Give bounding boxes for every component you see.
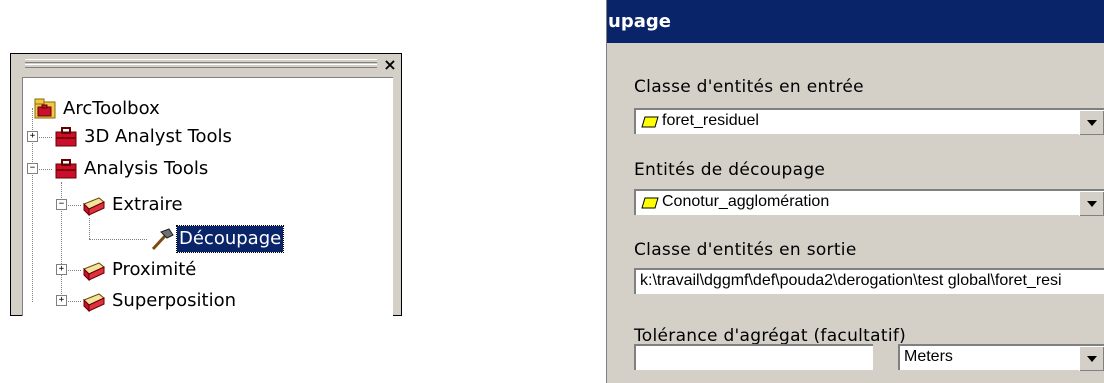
- polygon-layer-icon: [641, 116, 659, 128]
- tolerance-input[interactable]: [634, 344, 873, 370]
- clip-dialog: upage Classe d'entités en entrée foret_r…: [606, 0, 1104, 383]
- tree-item-extraire[interactable]: Extraire: [112, 192, 183, 218]
- output-features-label: Classe d'entités en sortie: [634, 240, 857, 260]
- clip-features-combobox[interactable]: Conotur_agglomération: [634, 189, 1104, 216]
- clip-features-label: Entités de découpage: [634, 160, 826, 180]
- tree-item-decoupage[interactable]: Découpage: [175, 225, 285, 253]
- tree-root-label[interactable]: ArcToolbox: [63, 96, 160, 122]
- collapse-icon[interactable]: −: [56, 199, 67, 210]
- toolset-icon: [81, 192, 107, 218]
- polygon-layer-icon: [641, 197, 659, 209]
- chevron-down-icon: [1087, 120, 1097, 126]
- dropdown-button[interactable]: [1079, 191, 1104, 216]
- chevron-down-icon: [1087, 201, 1097, 207]
- clip-features-value: Conotur_agglomération: [662, 193, 830, 210]
- expand-icon[interactable]: +: [56, 264, 67, 275]
- hammer-icon: [149, 226, 175, 252]
- expand-icon[interactable]: +: [27, 131, 38, 142]
- toolbox-icon: [53, 156, 79, 182]
- drag-grip[interactable]: [25, 64, 377, 68]
- output-features-value: k:\travail\dggmf\def\pouda2\derogation\t…: [640, 272, 1062, 289]
- tree-item-3d-analyst-tools[interactable]: 3D Analyst Tools: [84, 124, 232, 150]
- tolerance-label: Tolérance d'agrégat (facultatif): [634, 326, 907, 346]
- units-combobox[interactable]: Meters: [898, 344, 1104, 371]
- input-features-value: foret_residuel: [662, 112, 759, 129]
- input-features-label: Classe d'entités en entrée: [634, 77, 864, 97]
- toolset-icon: [81, 288, 107, 314]
- output-features-input[interactable]: k:\travail\dggmf\def\pouda2\derogation\t…: [634, 268, 1104, 294]
- arctoolbox-icon: [33, 96, 59, 122]
- tree-item-proximite[interactable]: Proximité: [112, 257, 196, 283]
- toolbox-icon: [53, 124, 79, 150]
- close-icon[interactable]: ×: [381, 54, 399, 75]
- dropdown-button[interactable]: [1079, 346, 1104, 371]
- collapse-icon[interactable]: −: [27, 163, 38, 174]
- expand-icon[interactable]: +: [56, 295, 67, 306]
- units-value: Meters: [904, 348, 953, 365]
- tree-line: [89, 218, 90, 239]
- drag-grip[interactable]: [25, 59, 377, 63]
- arctoolbox-panel: × ArcToolbox + 3D Analyst Tools − Analys…: [10, 53, 402, 316]
- toolset-icon: [81, 257, 107, 283]
- tree-item-analysis-tools[interactable]: Analysis Tools: [84, 156, 208, 182]
- toolbox-tree: ArcToolbox + 3D Analyst Tools − Analysis…: [22, 77, 393, 316]
- dialog-title[interactable]: upage: [607, 0, 1104, 43]
- input-features-combobox[interactable]: foret_residuel: [634, 108, 1104, 135]
- chevron-down-icon: [1087, 356, 1097, 362]
- panel-titlebar[interactable]: ×: [11, 54, 401, 75]
- dropdown-button[interactable]: [1079, 110, 1104, 135]
- tree-line: [89, 239, 147, 240]
- tree-item-superposition[interactable]: Superposition: [112, 288, 236, 314]
